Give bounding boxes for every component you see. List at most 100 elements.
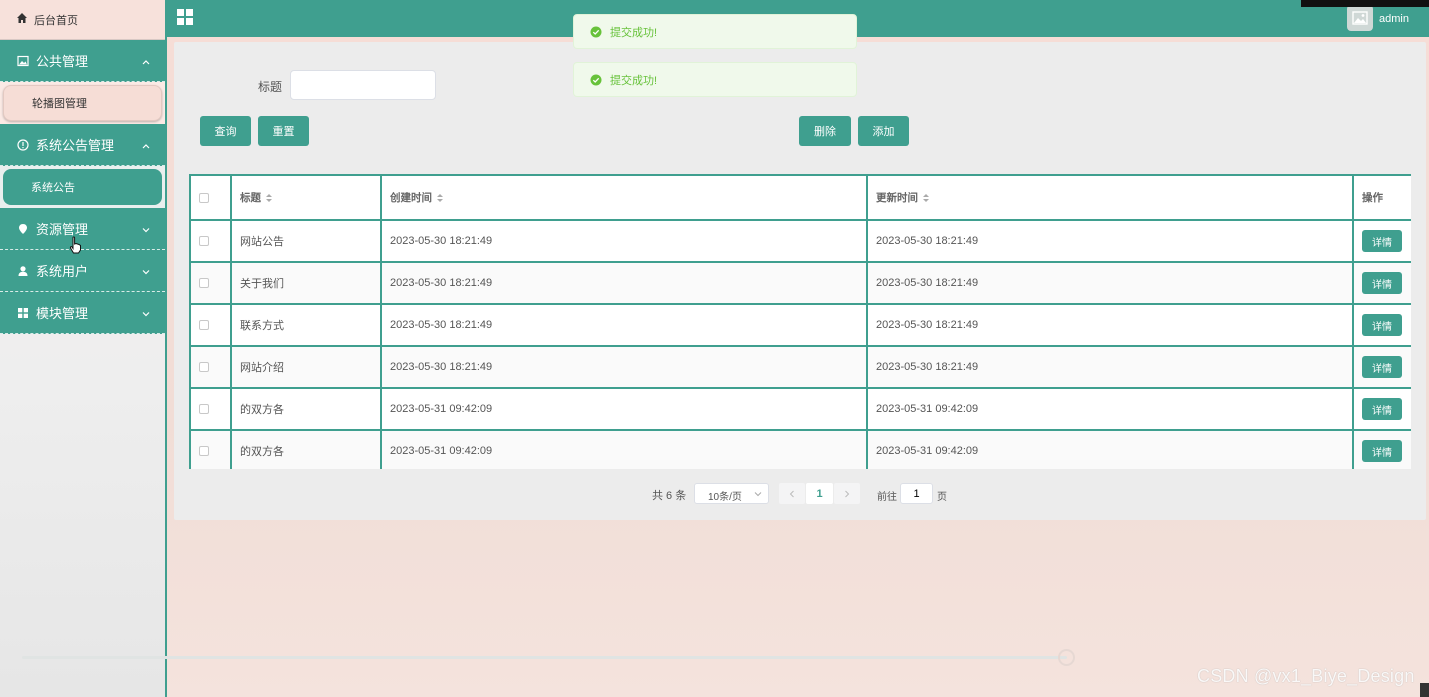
next-page-button[interactable]	[834, 483, 860, 504]
image-placeholder-icon	[1352, 11, 1368, 25]
cell-title: 联系方式	[230, 303, 382, 347]
toast-message: 提交成功!	[610, 26, 658, 39]
page-size-value: 10条/页	[708, 492, 742, 503]
goto-label: 前往	[877, 492, 897, 503]
detail-button[interactable]: 详情	[1362, 272, 1402, 294]
table-row[interactable]: 联系方式 2023-05-30 18:21:49 2023-05-30 18:2…	[189, 303, 1411, 347]
cell-title: 的双方各	[230, 429, 382, 469]
title-search-label: 标题	[258, 80, 283, 94]
sort-icon[interactable]	[436, 193, 444, 203]
detail-button[interactable]: 详情	[1362, 314, 1402, 336]
row-select-cell[interactable]	[189, 261, 232, 305]
select-all-checkbox[interactable]	[199, 192, 209, 203]
select-all-cell[interactable]	[189, 174, 232, 221]
row-checkbox[interactable]	[199, 404, 209, 415]
delete-button[interactable]: 删除	[799, 116, 851, 146]
detail-button[interactable]: 详情	[1362, 398, 1402, 420]
row-checkbox[interactable]	[199, 236, 209, 247]
success-toast: 提交成功!	[573, 14, 857, 49]
sidebar-item-system-notice[interactable]: 系统公告	[3, 169, 162, 205]
chevron-left-icon	[789, 490, 794, 497]
row-checkbox[interactable]	[199, 278, 209, 289]
sidebar-group-public[interactable]: 公共管理	[0, 40, 165, 82]
cell-title: 网站介绍	[230, 345, 382, 389]
title-search-input[interactable]	[290, 70, 436, 100]
column-header-action: 操作	[1352, 174, 1411, 221]
row-checkbox[interactable]	[199, 320, 209, 331]
sidebar-group-notice[interactable]: 系统公告管理	[0, 124, 165, 166]
check-circle-icon	[590, 74, 602, 85]
cell-created: 2023-05-30 18:21:49	[380, 219, 868, 263]
table-row[interactable]: 关于我们 2023-05-30 18:21:49 2023-05-30 18:2…	[189, 261, 1411, 305]
cell-updated: 2023-05-30 18:21:49	[866, 219, 1354, 263]
cell-updated: 2023-05-30 18:21:49	[866, 261, 1354, 305]
column-header-label: 标题	[240, 192, 261, 204]
column-header-title[interactable]: 标题	[230, 174, 382, 221]
query-button[interactable]: 查询	[200, 116, 251, 146]
notice-table: 标题 创建时间 更新时间 操作 网站公告 2023-05-30 18:21:49…	[189, 174, 1411, 469]
sidebar-item-label: 轮播图管理	[32, 98, 87, 110]
cell-created: 2023-05-30 18:21:49	[380, 303, 868, 347]
success-toast: 提交成功!	[573, 62, 857, 97]
detail-button[interactable]: 详情	[1362, 440, 1402, 462]
sidebar-item-label: 系统公告	[31, 182, 75, 194]
cell-updated: 2023-05-31 09:42:09	[866, 387, 1354, 431]
chevron-down-icon	[141, 223, 151, 238]
hand-cursor-icon	[69, 236, 83, 257]
row-checkbox[interactable]	[199, 446, 209, 457]
toast-message: 提交成功!	[610, 74, 658, 87]
avatar[interactable]	[1347, 5, 1373, 31]
reset-button[interactable]: 重置	[258, 116, 309, 146]
cell-created: 2023-05-30 18:21:49	[380, 261, 868, 305]
goto-page-input[interactable]	[900, 483, 933, 504]
detail-button[interactable]: 详情	[1362, 356, 1402, 378]
page-number-current[interactable]: 1	[806, 483, 833, 504]
grid-menu-icon[interactable]	[177, 9, 193, 28]
sidebar: 后台首页 公共管理 轮播图管理 系统公告管理 系统公告 资源管理 系统用户 模块…	[0, 0, 167, 697]
sidebar-item-home[interactable]: 后台首页	[0, 0, 165, 40]
table-row[interactable]: 的双方各 2023-05-31 09:42:09 2023-05-31 09:4…	[189, 429, 1411, 469]
column-header-label: 创建时间	[390, 192, 432, 204]
table-header-row: 标题 创建时间 更新时间 操作	[189, 174, 1411, 221]
sidebar-submenu: 轮播图管理	[0, 82, 165, 124]
row-select-cell[interactable]	[189, 219, 232, 263]
chevron-down-icon	[754, 492, 762, 497]
sidebar-group-label: 公共管理	[36, 54, 89, 69]
chevron-down-icon	[141, 265, 151, 280]
add-button[interactable]: 添加	[858, 116, 909, 146]
cell-action: 详情	[1352, 219, 1411, 263]
cell-action: 详情	[1352, 429, 1411, 469]
sidebar-item-carousel[interactable]: 轮播图管理	[3, 85, 162, 121]
row-select-cell[interactable]	[189, 303, 232, 347]
chevron-up-icon	[141, 55, 151, 70]
page-size-select[interactable]: 10条/页	[694, 483, 769, 504]
table-row[interactable]: 网站介绍 2023-05-30 18:21:49 2023-05-30 18:2…	[189, 345, 1411, 389]
user-icon	[16, 264, 30, 278]
sidebar-group-label: 系统用户	[36, 264, 89, 279]
decorative-slider-knob	[1058, 649, 1075, 666]
decorative-slider-track	[22, 656, 1067, 659]
row-select-cell[interactable]	[189, 429, 232, 469]
column-header-label: 更新时间	[876, 192, 918, 204]
pagination: 共 6 条 10条/页 1 前往 页	[174, 483, 1426, 505]
detail-button[interactable]: 详情	[1362, 230, 1402, 252]
sort-icon[interactable]	[922, 193, 930, 203]
cell-created: 2023-05-30 18:21:49	[380, 345, 868, 389]
home-icon	[16, 12, 34, 27]
table-row[interactable]: 网站公告 2023-05-30 18:21:49 2023-05-30 18:2…	[189, 219, 1411, 263]
prev-page-button[interactable]	[779, 483, 805, 504]
table-row[interactable]: 的双方各 2023-05-31 09:42:09 2023-05-31 09:4…	[189, 387, 1411, 431]
chevron-down-icon	[141, 307, 151, 322]
sort-icon[interactable]	[265, 193, 273, 203]
username-label[interactable]: admin	[1379, 13, 1409, 25]
row-checkbox[interactable]	[199, 362, 209, 373]
cell-created: 2023-05-31 09:42:09	[380, 387, 868, 431]
row-select-cell[interactable]	[189, 387, 232, 431]
column-header-updated[interactable]: 更新时间	[866, 174, 1354, 221]
column-header-created[interactable]: 创建时间	[380, 174, 868, 221]
sidebar-submenu: 系统公告	[0, 166, 165, 208]
sidebar-group-modules[interactable]: 模块管理	[0, 292, 165, 334]
watermark: CSDN @vx1_Biye_Design	[1197, 666, 1415, 686]
cell-action: 详情	[1352, 345, 1411, 389]
row-select-cell[interactable]	[189, 345, 232, 389]
